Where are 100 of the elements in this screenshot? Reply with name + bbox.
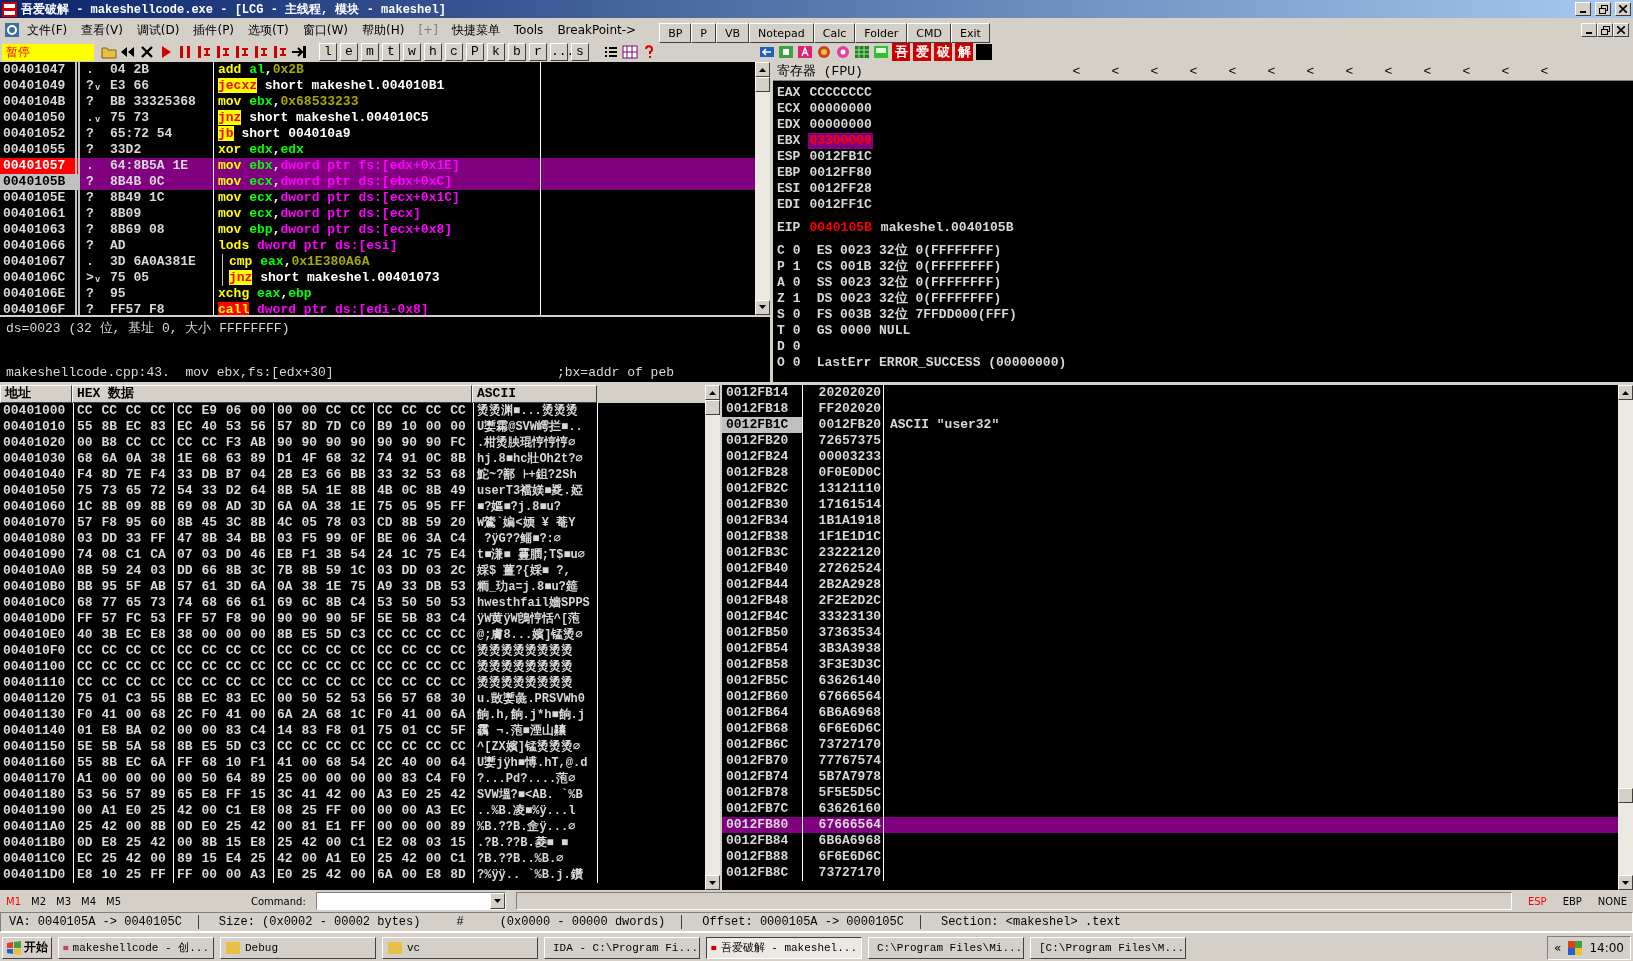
quick-button[interactable]: P xyxy=(691,23,716,43)
flag-value[interactable]: 0 xyxy=(792,275,801,291)
stack-row[interactable]: 0012FB8C 73727170 xyxy=(722,865,1618,881)
down-arrow-icon[interactable] xyxy=(1622,880,1629,885)
scroll-thumb[interactable] xyxy=(755,77,770,92)
stack-row[interactable]: 0012FB34 1B1A1918 xyxy=(722,513,1618,529)
close-icon[interactable] xyxy=(1617,26,1625,34)
flag-value[interactable]: 0 xyxy=(792,243,801,259)
register-value[interactable]: 00000000 xyxy=(808,101,873,117)
down-arrow-icon[interactable] xyxy=(759,305,766,310)
register-tab[interactable]: NONE xyxy=(1597,895,1627,907)
menu-item[interactable]: 选项(T) xyxy=(241,21,296,39)
flag-value[interactable]: 1 xyxy=(792,291,801,307)
step-icon[interactable] xyxy=(272,44,288,60)
quick-button[interactable]: BP xyxy=(659,23,692,43)
stack-row[interactable]: 0012FB1C 0012FB20 ASCII "user32" xyxy=(722,417,1618,433)
up-arrow-icon[interactable] xyxy=(1622,390,1629,395)
menu-item[interactable]: 窗口(W) xyxy=(295,21,355,39)
down-arrow-icon[interactable] xyxy=(709,880,716,885)
stack-row[interactable]: 0012FB78 5F5E5D5C xyxy=(722,785,1618,801)
menu-item[interactable]: 查看(V) xyxy=(74,21,130,39)
view-button[interactable]: b xyxy=(508,43,526,61)
view-button[interactable]: s xyxy=(571,43,589,61)
close-button[interactable] xyxy=(1615,2,1631,16)
stack-row[interactable]: 0012FB58 3F3E3D3C xyxy=(722,657,1618,673)
menu-item[interactable]: 调试(D) xyxy=(129,21,187,39)
stack-row[interactable]: 0012FB64 6B6A6968 xyxy=(722,705,1618,721)
quick-button[interactable]: Notepad xyxy=(749,23,814,43)
column-header[interactable]: 地址 xyxy=(0,385,72,403)
scroll-arrow[interactable]: < xyxy=(1213,63,1252,79)
code-row[interactable]: 0040105B ? 8B4B 0C mov ecx,dword ptr ds:[ebx+0xC] xyxy=(0,174,755,190)
stack-row[interactable]: 0012FB88 6F6E6D6C xyxy=(722,849,1618,865)
scroll-down-button[interactable] xyxy=(755,299,770,315)
menu-item[interactable]: 文件(F) xyxy=(20,21,75,39)
scroll-down-button[interactable] xyxy=(705,875,720,890)
step-icon[interactable] xyxy=(234,44,250,60)
memory-tab[interactable]: M4 xyxy=(81,895,96,907)
column-header[interactable]: HEX 数据 xyxy=(72,385,472,403)
view-button[interactable]: P xyxy=(466,43,484,61)
menu-item[interactable]: Tools xyxy=(506,23,551,37)
scroll-arrow[interactable]: < xyxy=(1447,63,1486,79)
view-button[interactable]: l xyxy=(319,43,337,61)
tray-icon[interactable] xyxy=(1567,939,1584,956)
close-icon[interactable] xyxy=(1619,5,1627,13)
stack-row[interactable]: 0012FB74 5B7A7978 xyxy=(722,769,1618,785)
code-row[interactable]: 00401057 . 64:8B5A 1E mov ebx,dword ptr fs:[edx+0x1E] xyxy=(0,158,755,174)
grid-icon[interactable] xyxy=(622,44,638,60)
stack-row[interactable]: 0012FB40 27262524 xyxy=(722,561,1618,577)
view-button[interactable]: k xyxy=(487,43,505,61)
stack-row[interactable]: 0012FB14 20202020 xyxy=(722,385,1618,401)
stack-row[interactable]: 0012FB38 1F1E1D1C xyxy=(722,529,1618,545)
taskbar-button[interactable]: 吾爱破解 - makeshel... xyxy=(706,936,862,959)
quick-button[interactable]: Folder xyxy=(855,23,908,43)
scroll-arrow[interactable]: < xyxy=(1486,63,1525,79)
scroll-thumb[interactable] xyxy=(1618,788,1633,803)
scrollbar[interactable] xyxy=(755,62,770,315)
stack-row[interactable]: 0012FB68 6F6E6D6C xyxy=(722,721,1618,737)
flag-value[interactable]: 0 xyxy=(792,339,801,355)
quick-button[interactable]: VB xyxy=(716,23,750,43)
memory-tab[interactable]: M5 xyxy=(106,895,121,907)
arrow-icon[interactable] xyxy=(291,44,307,60)
flag-value[interactable]: 1 xyxy=(792,259,801,275)
stack-row[interactable]: 0012FB20 72657375 xyxy=(722,433,1618,449)
tray-toggle[interactable]: « xyxy=(1554,940,1562,955)
scroll-up-button[interactable] xyxy=(755,62,770,77)
register-value[interactable]: 0012FF1C xyxy=(808,197,873,213)
view-button[interactable]: e xyxy=(340,43,358,61)
taskbar-button[interactable]: Debug xyxy=(220,936,376,959)
view-button[interactable]: r xyxy=(529,43,547,61)
register-value[interactable]: 0040105B xyxy=(808,220,873,236)
plugin-icon[interactable] xyxy=(797,44,813,60)
stack-row[interactable]: 0012FB3C 23222120 xyxy=(722,545,1618,561)
scroll-thumb[interactable] xyxy=(705,400,720,415)
quick-button[interactable]: CMD xyxy=(907,23,951,43)
register-value[interactable]: 0012FF80 xyxy=(808,165,873,181)
scroll-arrow[interactable]: < xyxy=(1096,63,1135,79)
plugin-button[interactable]: 解 xyxy=(955,43,973,61)
column-header[interactable]: ASCII xyxy=(472,385,597,403)
view-button[interactable]: w xyxy=(403,43,421,61)
pause-icon[interactable] xyxy=(177,44,193,60)
stack-row[interactable]: 0012FB70 77767574 xyxy=(722,753,1618,769)
taskbar-button[interactable]: makeshellcode - 创... xyxy=(58,936,214,959)
scroll-arrow[interactable]: < xyxy=(1525,63,1564,79)
stack-row[interactable]: 0012FB84 6B6A6968 xyxy=(722,833,1618,849)
list-icon[interactable] xyxy=(603,44,619,60)
plugin-icon[interactable] xyxy=(835,44,851,60)
close-icon[interactable] xyxy=(139,44,155,60)
plugin-icon[interactable] xyxy=(816,44,832,60)
plugin-icon[interactable] xyxy=(854,44,870,60)
scroll-up-button[interactable] xyxy=(1618,385,1633,400)
quick-button[interactable]: Exit xyxy=(951,23,990,43)
register-tab[interactable]: EBP xyxy=(1562,895,1582,907)
taskbar-button[interactable]: C:\Program Files\Mi... xyxy=(868,936,1024,959)
menu-item[interactable]: 插件(P) xyxy=(186,21,242,39)
register-value[interactable]: CCCCCCCC xyxy=(808,85,873,101)
taskbar-button[interactable]: IDA - C:\Program Fi... xyxy=(544,936,700,959)
stack-row[interactable]: 0012FB5C 63626140 xyxy=(722,673,1618,689)
stack-row[interactable]: 0012FB2C 13121110 xyxy=(722,481,1618,497)
scroll-up-button[interactable] xyxy=(705,385,720,400)
flag-value[interactable]: 0 xyxy=(792,323,801,339)
